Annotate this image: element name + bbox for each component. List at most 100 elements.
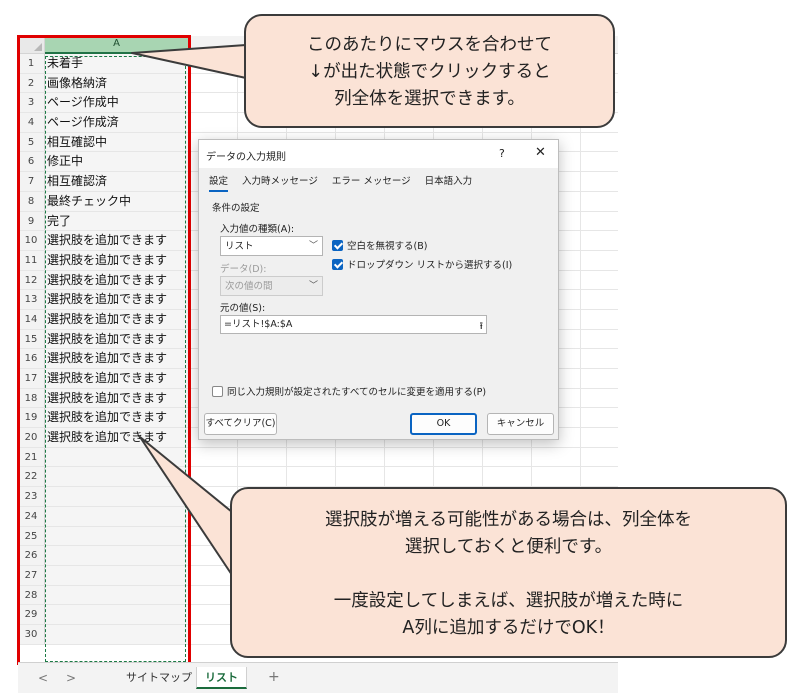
tab-error-message[interactable]: エラー メッセージ xyxy=(332,172,411,192)
allow-select-value: リスト xyxy=(225,241,254,252)
sheet-tab-sitemap[interactable]: サイトマップ xyxy=(118,667,200,689)
cell-a[interactable] xyxy=(45,526,188,546)
cell-a[interactable]: 選択肢を追加できます xyxy=(45,408,188,428)
cell-a[interactable] xyxy=(45,506,188,526)
row-number[interactable]: 1 xyxy=(18,54,45,73)
ignore-blank-checkbox[interactable]: 空白を無視する(B) xyxy=(332,238,427,252)
cell-a[interactable]: 修正中 xyxy=(45,152,188,172)
row-number[interactable]: 8 xyxy=(18,191,45,211)
allow-label: 入力値の種類(A): xyxy=(220,224,295,235)
empty-cells[interactable] xyxy=(188,467,618,487)
select-all-corner[interactable] xyxy=(18,36,45,54)
chevron-down-icon: ﹀ xyxy=(308,281,318,291)
cell-a[interactable]: 選択肢を追加できます xyxy=(45,309,188,329)
cell-a[interactable]: ページ作成済 xyxy=(45,113,188,132)
row-number[interactable]: 22 xyxy=(18,467,45,487)
checkbox-checked-icon xyxy=(332,239,343,251)
row-number[interactable]: 5 xyxy=(18,132,45,152)
row-number[interactable]: 11 xyxy=(18,250,45,270)
cell-a[interactable]: ページ作成中 xyxy=(45,93,188,113)
row-number[interactable]: 21 xyxy=(18,447,45,467)
row-number[interactable]: 25 xyxy=(18,526,45,546)
row-number[interactable]: 7 xyxy=(18,172,45,191)
row-number[interactable]: 26 xyxy=(18,546,45,565)
row-number[interactable]: 20 xyxy=(18,428,45,447)
cell-a[interactable] xyxy=(45,605,188,624)
clear-all-button[interactable]: すべてクリア(C) xyxy=(204,413,277,435)
row-number[interactable]: 15 xyxy=(18,329,45,349)
row-number[interactable]: 30 xyxy=(18,624,45,644)
row-number[interactable]: 12 xyxy=(18,270,45,290)
row-number[interactable]: 16 xyxy=(18,349,45,368)
row-number[interactable]: 10 xyxy=(18,231,45,250)
callout-bottom-spacer xyxy=(232,561,785,588)
cell-a[interactable]: 選択肢を追加できます xyxy=(45,349,188,368)
add-sheet-button[interactable]: + xyxy=(268,669,280,685)
row-number[interactable]: 17 xyxy=(18,369,45,388)
row-number[interactable]: 28 xyxy=(18,585,45,605)
in-cell-dropdown-checkbox[interactable]: ドロップダウン リストから選択する(I) xyxy=(332,257,512,271)
row-number[interactable]: 9 xyxy=(18,211,45,231)
cell-a[interactable] xyxy=(45,546,188,565)
data-validation-dialog: データの入力規則 ? ✕ 設定 入力時メッセージ エラー メッセージ 日本語入力… xyxy=(198,139,559,440)
row-number[interactable]: 3 xyxy=(18,93,45,113)
empty-cells[interactable] xyxy=(188,447,618,467)
cell-a[interactable]: 選択肢を追加できます xyxy=(45,290,188,309)
tab-input-message[interactable]: 入力時メッセージ xyxy=(242,172,318,192)
row-number[interactable]: 29 xyxy=(18,605,45,624)
ignore-blank-label: 空白を無視する(B) xyxy=(347,241,428,252)
row-number[interactable]: 24 xyxy=(18,506,45,526)
row-number[interactable]: 4 xyxy=(18,113,45,132)
cell-a[interactable]: 選択肢を追加できます xyxy=(45,270,188,290)
column-header-a[interactable]: A xyxy=(45,36,188,54)
chevron-down-icon: ﹀ xyxy=(308,241,318,251)
settings-panel: 条件の設定 入力値の種類(A): リスト ﹀ 空白を無視する(B) ドロップダウ… xyxy=(206,194,551,402)
allow-select[interactable]: リスト ﹀ xyxy=(220,236,323,256)
checkbox-checked-icon xyxy=(332,258,343,270)
row-number[interactable]: 18 xyxy=(18,388,45,408)
cell-a[interactable]: 選択肢を追加できます xyxy=(45,388,188,408)
row-number[interactable]: 6 xyxy=(18,152,45,172)
row-number[interactable]: 13 xyxy=(18,290,45,309)
row-number[interactable]: 19 xyxy=(18,408,45,428)
cell-a[interactable] xyxy=(45,487,188,506)
in-cell-dropdown-label: ドロップダウン リストから選択する(I) xyxy=(347,260,513,271)
dialog-titlebar: データの入力規則 ? ✕ xyxy=(199,140,558,168)
apply-all-checkbox[interactable]: 同じ入力規則が設定されたすべてのセルに変更を適用する(P) xyxy=(212,384,486,398)
cell-a[interactable]: 最終チェック中 xyxy=(45,191,188,211)
cell-a[interactable] xyxy=(45,467,188,487)
cell-a[interactable]: 画像格納済 xyxy=(45,73,188,93)
callout-top-line-2: ↓が出た状態でクリックすると xyxy=(308,62,551,82)
help-icon[interactable]: ? xyxy=(499,147,505,160)
cell-a[interactable] xyxy=(45,585,188,605)
cell-a[interactable]: 選択肢を追加できます xyxy=(45,231,188,250)
cell-a[interactable] xyxy=(45,565,188,585)
prev-sheet-button[interactable]: < xyxy=(38,671,48,685)
sheet-tab-list[interactable]: リスト xyxy=(196,667,247,689)
cell-a[interactable]: 相互確認中 xyxy=(45,132,188,152)
ok-button[interactable]: OK xyxy=(410,413,477,435)
cell-a[interactable]: 選択肢を追加できます xyxy=(45,369,188,388)
row-number[interactable]: 27 xyxy=(18,565,45,585)
cell-a[interactable]: 選択肢を追加できます xyxy=(45,428,188,447)
row-number[interactable]: 23 xyxy=(18,487,45,506)
cell-a[interactable] xyxy=(45,624,188,644)
tab-ime[interactable]: 日本語入力 xyxy=(425,172,473,192)
cell-a[interactable]: 完了 xyxy=(45,211,188,231)
next-sheet-button[interactable]: > xyxy=(66,671,76,685)
row-number[interactable]: 2 xyxy=(18,73,45,93)
source-input-value: =リスト!$A:$A xyxy=(224,319,293,330)
data-select-value: 次の値の間 xyxy=(225,281,273,292)
close-icon[interactable]: ✕ xyxy=(535,145,546,160)
cell-a[interactable]: 選択肢を追加できます xyxy=(45,329,188,349)
cancel-button[interactable]: キャンセル xyxy=(487,413,554,435)
cell-a[interactable]: 未着手 xyxy=(45,54,188,73)
dialog-title: データの入力規則 xyxy=(206,152,286,163)
source-input[interactable]: =リスト!$A:$A ⭱ xyxy=(220,315,487,334)
range-select-icon[interactable]: ⭱ xyxy=(480,318,484,335)
cell-a[interactable]: 相互確認済 xyxy=(45,172,188,191)
cell-a[interactable]: 選択肢を追加できます xyxy=(45,250,188,270)
tab-settings[interactable]: 設定 xyxy=(209,172,229,192)
row-number[interactable]: 14 xyxy=(18,309,45,329)
cell-a[interactable] xyxy=(45,447,188,467)
